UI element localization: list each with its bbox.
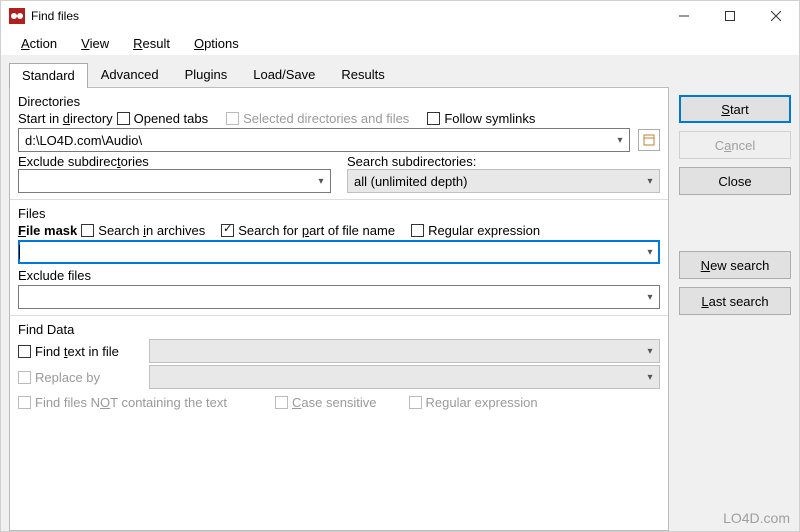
not-containing-checkbox [18,396,31,409]
search-subdirs-value: all (unlimited depth) [348,174,641,189]
exclude-subdirs-label: Exclude subdirectories [18,154,331,169]
finddata-regex-label: Regular expression [426,395,538,410]
search-archives-label: Search in archives [98,223,205,238]
tabs: Standard Advanced Plugins Load/Save Resu… [9,61,669,87]
file-mask-label: File mask [18,223,77,238]
replace-by-label: Replace by [35,370,145,385]
titlebar: Find files [1,1,799,31]
start-button[interactable]: Start [679,95,791,123]
selected-dirs-checkbox [226,112,239,125]
start-directory-value: d:\LO4D.com\Audio\ [19,133,611,148]
finddata-regex-checkbox [409,396,422,409]
directories-legend: Directories [18,94,660,109]
new-search-button[interactable]: New search [679,251,791,279]
file-mask-value [19,245,641,259]
find-text-combo[interactable]: ▾ [149,339,660,363]
menu-result[interactable]: Result [123,34,180,53]
chevron-down-icon: ▾ [641,247,659,258]
last-search-button[interactable]: Last search [679,287,791,315]
tab-standard[interactable]: Standard [9,63,88,88]
tab-plugins[interactable]: Plugins [172,62,241,87]
standard-panel: Directories Start in directory Opened ta… [9,87,669,531]
find-text-checkbox[interactable] [18,345,31,358]
search-part-checkbox[interactable] [221,224,234,237]
files-legend: Files [18,206,660,221]
chevron-down-icon: ▾ [312,176,330,187]
window-title: Find files [31,9,79,23]
menubar: Action View Result Options [1,31,799,55]
maximize-button[interactable] [707,1,753,31]
menu-view[interactable]: View [71,34,119,53]
file-mask-combo[interactable]: ▾ [18,240,660,264]
app-icon [9,8,25,24]
follow-symlinks-checkbox[interactable] [427,112,440,125]
opened-tabs-label: Opened tabs [134,111,208,126]
files-regex-label: Regular expression [428,223,540,238]
chevron-down-icon: ▾ [641,346,659,357]
start-in-directory-label: Start in directory [18,111,113,126]
exclude-files-label: Exclude files [18,268,660,283]
exclude-subdirs-combo[interactable]: ▾ [18,169,331,193]
chevron-down-icon: ▾ [641,372,659,383]
search-subdirs-combo[interactable]: all (unlimited depth) ▾ [347,169,660,193]
browse-directory-button[interactable] [638,129,660,151]
minimize-button[interactable] [661,1,707,31]
search-archives-checkbox[interactable] [81,224,94,237]
chevron-down-icon: ▾ [641,292,659,303]
left-column: Standard Advanced Plugins Load/Save Resu… [9,61,669,531]
tab-results[interactable]: Results [328,62,397,87]
files-regex-checkbox[interactable] [411,224,424,237]
finddata-legend: Find Data [18,322,660,337]
content: Standard Advanced Plugins Load/Save Resu… [1,55,799,531]
tab-loadsave[interactable]: Load/Save [240,62,328,87]
chevron-down-icon: ▾ [641,176,659,187]
follow-symlinks-label: Follow symlinks [444,111,535,126]
watermark: LO4D.com [723,510,790,526]
cancel-button: Cancel [679,131,791,159]
replace-by-combo: ▾ [149,365,660,389]
search-part-label: Search for part of file name [238,223,395,238]
case-sensitive-label: Case sensitive [292,395,377,410]
tab-advanced[interactable]: Advanced [88,62,172,87]
menu-options[interactable]: Options [184,34,249,53]
find-text-label: Find text in file [35,344,145,359]
menu-action[interactable]: Action [11,34,67,53]
opened-tabs-checkbox[interactable] [117,112,130,125]
close-button[interactable] [753,1,799,31]
replace-by-checkbox [18,371,31,384]
not-containing-label: Find files NOT containing the text [35,395,227,410]
find-files-window: Find files Action View Result Options St… [0,0,800,532]
search-subdirs-label: Search subdirectories: [347,154,660,169]
exclude-files-combo[interactable]: ▾ [18,285,660,309]
right-column: Start Cancel Close New search Last searc… [679,61,791,531]
case-sensitive-checkbox [275,396,288,409]
start-directory-combo[interactable]: d:\LO4D.com\Audio\ ▾ [18,128,630,152]
close-window-button[interactable]: Close [679,167,791,195]
selected-dirs-label: Selected directories and files [243,111,409,126]
chevron-down-icon: ▾ [611,135,629,146]
